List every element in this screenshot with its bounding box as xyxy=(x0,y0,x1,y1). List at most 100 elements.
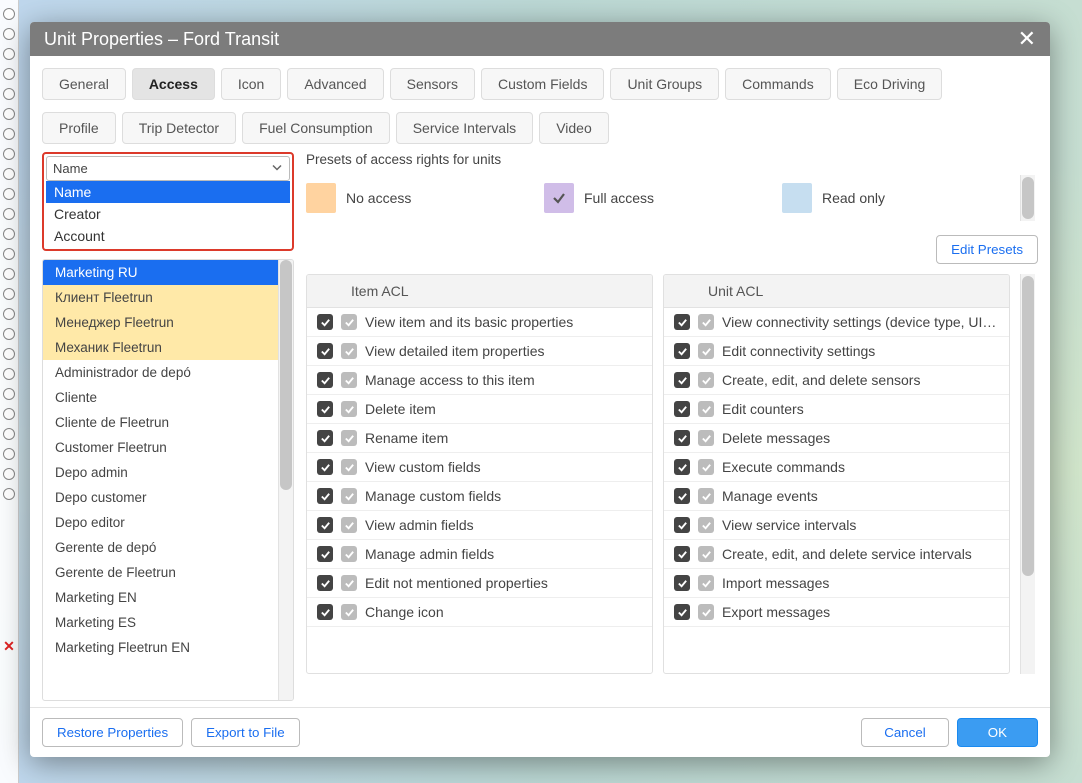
user-list-item[interactable]: Механик Fleetrun xyxy=(43,335,278,360)
user-list-item[interactable]: Depo customer xyxy=(43,485,278,510)
checkbox-unchecked-icon[interactable] xyxy=(341,343,357,359)
user-list-item[interactable]: Customer Fleetrun xyxy=(43,435,278,460)
user-list-item[interactable]: Marketing RU xyxy=(43,260,278,285)
checkbox-checked-icon[interactable] xyxy=(317,343,333,359)
tab-icon[interactable]: Icon xyxy=(221,68,281,100)
user-list-item[interactable]: Administrador de depó xyxy=(43,360,278,385)
close-icon[interactable]: ✕ xyxy=(1018,28,1036,50)
tab-video[interactable]: Video xyxy=(539,112,609,144)
user-list-item[interactable]: Marketing EN xyxy=(43,585,278,610)
checkbox-unchecked-icon[interactable] xyxy=(698,314,714,330)
checkbox-checked-icon[interactable] xyxy=(674,517,690,533)
export-to-file-button[interactable]: Export to File xyxy=(191,718,300,747)
tab-trip-detector[interactable]: Trip Detector xyxy=(122,112,236,144)
user-list-item[interactable]: Marketing ES xyxy=(43,610,278,635)
user-list-item[interactable]: Cliente de Fleetrun xyxy=(43,410,278,435)
tab-profile[interactable]: Profile xyxy=(42,112,116,144)
tab-eco-driving[interactable]: Eco Driving xyxy=(837,68,943,100)
user-list-item[interactable]: Depo admin xyxy=(43,460,278,485)
checkbox-checked-icon[interactable] xyxy=(317,546,333,562)
user-list[interactable]: Marketing RUКлиент FleetrunМенеджер Flee… xyxy=(42,259,294,701)
tab-sensors[interactable]: Sensors xyxy=(390,68,475,100)
checkbox-checked-icon[interactable] xyxy=(317,372,333,388)
checkbox-checked-icon[interactable] xyxy=(317,604,333,620)
tab-access[interactable]: Access xyxy=(132,68,215,100)
checkbox-unchecked-icon[interactable] xyxy=(698,401,714,417)
acl-row-label: Delete messages xyxy=(722,430,830,446)
checkbox-checked-icon[interactable] xyxy=(674,372,690,388)
preset-full-access[interactable]: Full access xyxy=(544,175,782,221)
ok-button[interactable]: OK xyxy=(957,718,1038,747)
checkbox-unchecked-icon[interactable] xyxy=(698,604,714,620)
checkbox-unchecked-icon[interactable] xyxy=(341,401,357,417)
checkbox-checked-icon[interactable] xyxy=(674,401,690,417)
checkbox-unchecked-icon[interactable] xyxy=(698,488,714,504)
user-list-item[interactable]: Gerente de depó xyxy=(43,535,278,560)
checkbox-unchecked-icon[interactable] xyxy=(698,517,714,533)
checkbox-checked-icon[interactable] xyxy=(317,575,333,591)
checkbox-checked-icon[interactable] xyxy=(317,314,333,330)
list-scrollbar[interactable] xyxy=(278,260,293,700)
restore-properties-button[interactable]: Restore Properties xyxy=(42,718,183,747)
preset-read-only[interactable]: Read only xyxy=(782,175,1020,221)
tab-general[interactable]: General xyxy=(42,68,126,100)
user-list-item[interactable]: Gerente de Fleetrun xyxy=(43,560,278,585)
checkbox-unchecked-icon[interactable] xyxy=(698,459,714,475)
acl-row: Manage custom fields xyxy=(307,482,652,511)
checkbox-checked-icon[interactable] xyxy=(674,546,690,562)
checkbox-checked-icon[interactable] xyxy=(317,430,333,446)
checkbox-unchecked-icon[interactable] xyxy=(341,430,357,446)
checkbox-unchecked-icon[interactable] xyxy=(698,343,714,359)
checkbox-unchecked-icon[interactable] xyxy=(341,372,357,388)
acl-scrollbar[interactable] xyxy=(1020,274,1035,674)
filter-option-creator[interactable]: Creator xyxy=(46,203,290,225)
checkbox-unchecked-icon[interactable] xyxy=(341,604,357,620)
checkbox-unchecked-icon[interactable] xyxy=(341,314,357,330)
user-list-item[interactable]: Менеджер Fleetrun xyxy=(43,310,278,335)
close-x-icon[interactable]: ✕ xyxy=(0,638,18,655)
checkbox-checked-icon[interactable] xyxy=(317,459,333,475)
checkbox-unchecked-icon[interactable] xyxy=(698,546,714,562)
tab-advanced[interactable]: Advanced xyxy=(287,68,383,100)
checkbox-unchecked-icon[interactable] xyxy=(698,372,714,388)
checkbox-checked-icon[interactable] xyxy=(317,488,333,504)
user-list-item[interactable]: Marketing Fleetrun EN xyxy=(43,635,278,660)
preset-no-access[interactable]: No access xyxy=(306,175,544,221)
user-list-item[interactable]: Клиент Fleetrun xyxy=(43,285,278,310)
acl-scrollbar-thumb[interactable] xyxy=(1022,276,1034,576)
checkbox-unchecked-icon[interactable] xyxy=(341,488,357,504)
checkbox-checked-icon[interactable] xyxy=(317,517,333,533)
cancel-button[interactable]: Cancel xyxy=(861,718,949,747)
checkbox-unchecked-icon[interactable] xyxy=(698,430,714,446)
checkbox-checked-icon[interactable] xyxy=(674,604,690,620)
presets-scrollbar[interactable] xyxy=(1020,175,1035,221)
edit-presets-button[interactable]: Edit Presets xyxy=(936,235,1038,264)
checkbox-unchecked-icon[interactable] xyxy=(341,459,357,475)
checkbox-checked-icon[interactable] xyxy=(674,430,690,446)
user-list-item[interactable]: Cliente xyxy=(43,385,278,410)
checkbox-checked-icon[interactable] xyxy=(674,488,690,504)
checkbox-unchecked-icon[interactable] xyxy=(341,517,357,533)
dialog-titlebar: Unit Properties – Ford Transit ✕ xyxy=(30,22,1050,56)
tab-custom-fields[interactable]: Custom Fields xyxy=(481,68,604,100)
filter-select[interactable]: Name xyxy=(46,156,290,181)
tab-unit-groups[interactable]: Unit Groups xyxy=(610,68,719,100)
preset-swatch xyxy=(544,183,574,213)
checkbox-checked-icon[interactable] xyxy=(674,575,690,591)
filter-option-account[interactable]: Account xyxy=(46,225,290,247)
checkbox-checked-icon[interactable] xyxy=(317,401,333,417)
checkbox-checked-icon[interactable] xyxy=(674,314,690,330)
checkbox-unchecked-icon[interactable] xyxy=(698,575,714,591)
checkbox-checked-icon[interactable] xyxy=(674,459,690,475)
checkbox-unchecked-icon[interactable] xyxy=(341,575,357,591)
presets-scrollbar-thumb[interactable] xyxy=(1022,177,1034,219)
left-strip: ✕ xyxy=(0,0,19,783)
checkbox-unchecked-icon[interactable] xyxy=(341,546,357,562)
user-list-item[interactable]: Depo editor xyxy=(43,510,278,535)
filter-option-name[interactable]: Name xyxy=(46,181,290,203)
tab-commands[interactable]: Commands xyxy=(725,68,831,100)
list-scrollbar-thumb[interactable] xyxy=(280,260,292,490)
tab-fuel-consumption[interactable]: Fuel Consumption xyxy=(242,112,390,144)
tab-service-intervals[interactable]: Service Intervals xyxy=(396,112,533,144)
checkbox-checked-icon[interactable] xyxy=(674,343,690,359)
